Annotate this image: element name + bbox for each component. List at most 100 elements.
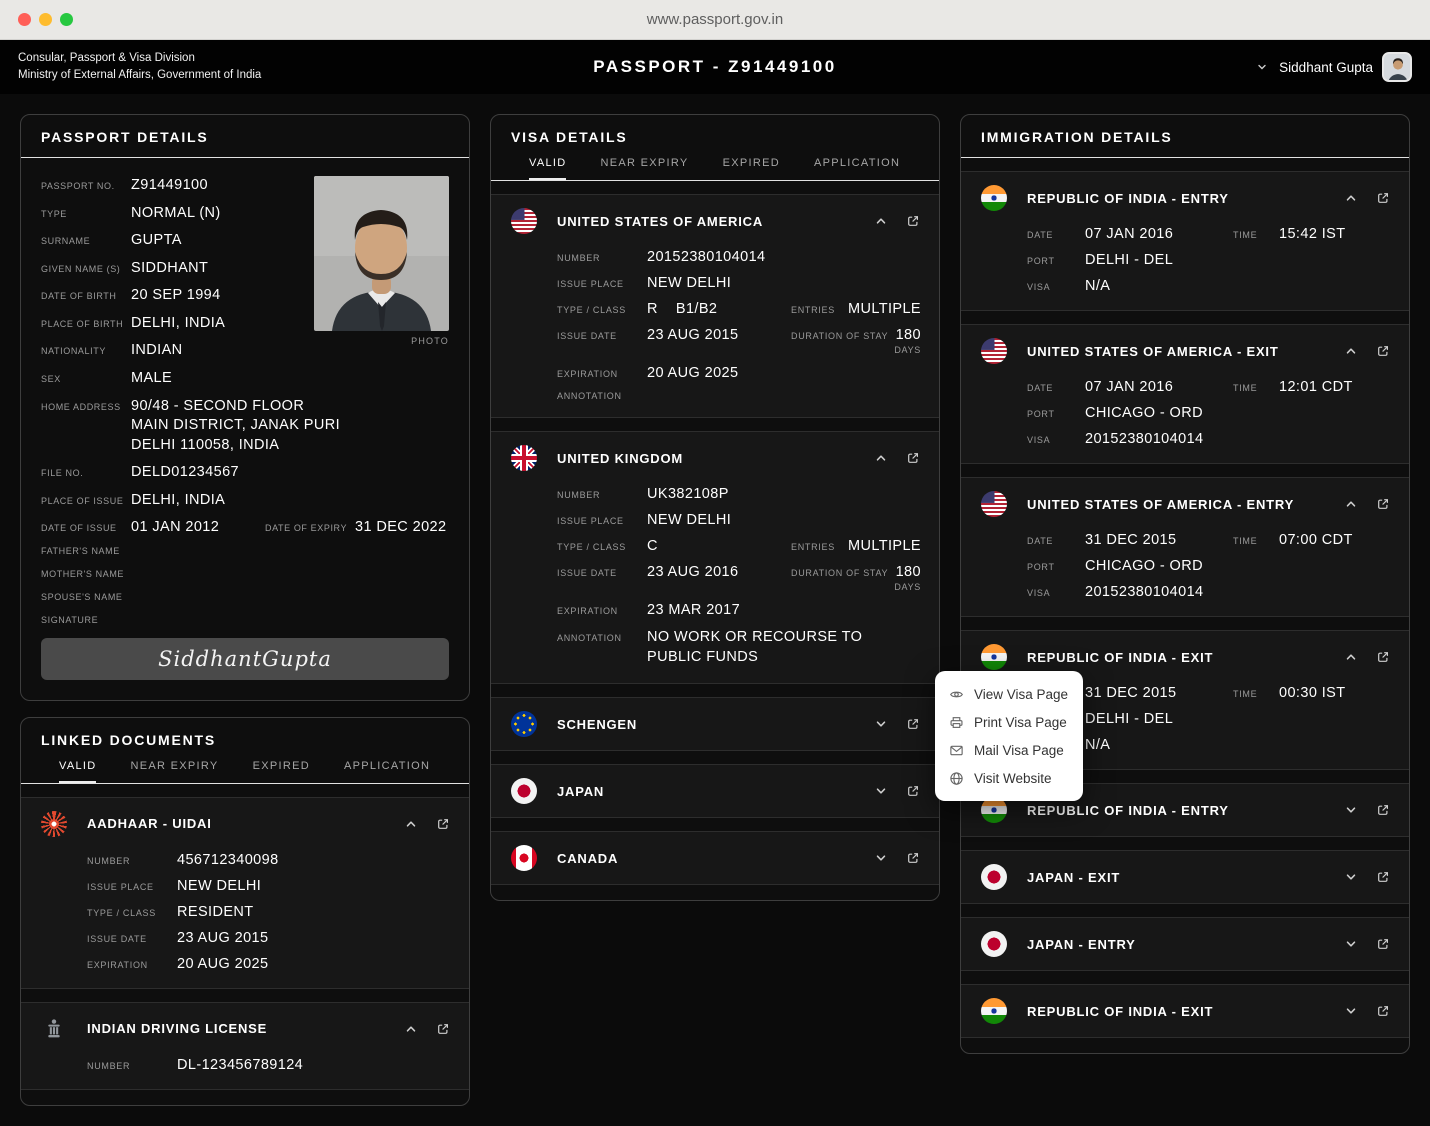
field-value: Z91449100 xyxy=(131,177,208,193)
chevron-down-icon[interactable] xyxy=(1343,869,1359,885)
field-row: TYPE / CLASS C ENTRIES MULTIPLE xyxy=(557,538,921,554)
tab-valid[interactable]: VALID xyxy=(59,760,97,783)
field-label: SURNAME xyxy=(41,236,91,247)
field-value: 20 SEP 1994 xyxy=(131,287,221,304)
linked-docs-tabs: VALID NEAR EXPIRY EXPIRED APPLICATION xyxy=(21,748,469,783)
tab-application[interactable]: APPLICATION xyxy=(344,760,430,783)
visa-card-body: UNITED STATES OF AMERICA NUMBER 201523801… xyxy=(491,194,939,900)
menu-item-visit-website[interactable]: Visit Website xyxy=(935,764,1083,792)
window-minimize-button[interactable] xyxy=(39,13,52,26)
external-link-icon[interactable] xyxy=(905,450,921,466)
field-label: GIVEN NAME (S) xyxy=(41,263,121,274)
field-row: PORTDELHI - DEL xyxy=(1027,252,1174,268)
immigration-item-header[interactable]: REPUBLIC OF INDIA - EXIT xyxy=(961,985,1409,1037)
immigration-item-japan-exit: JAPAN - EXIT xyxy=(961,850,1409,904)
field-label: TYPE xyxy=(41,208,67,219)
chevron-up-icon[interactable] xyxy=(873,213,889,229)
chevron-up-icon[interactable] xyxy=(873,450,889,466)
chevron-down-icon[interactable] xyxy=(873,716,889,732)
immigration-item-header[interactable]: UNITED STATES OF AMERICA - EXIT xyxy=(961,325,1409,377)
external-link-icon[interactable] xyxy=(1375,496,1391,512)
menu-item-view-visa-page[interactable]: View Visa Page xyxy=(935,680,1083,708)
external-link-icon[interactable] xyxy=(435,1021,451,1037)
chevron-down-icon[interactable] xyxy=(1343,936,1359,952)
visa-item-header[interactable]: UNITED STATES OF AMERICA xyxy=(491,195,939,247)
tab-near-expiry[interactable]: NEAR EXPIRY xyxy=(130,760,218,783)
tab-expired[interactable]: EXPIRED xyxy=(253,760,310,783)
window-close-button[interactable] xyxy=(18,13,31,26)
org-division: Consular, Passport & Visa Division xyxy=(18,52,195,65)
immigration-item-india-exit-2: REPUBLIC OF INDIA - EXIT xyxy=(961,984,1409,1038)
visa-details-card: VISA DETAILS VALID NEAR EXPIRY EXPIRED A… xyxy=(490,114,940,902)
chevron-up-icon[interactable] xyxy=(1343,190,1359,206)
external-link-icon[interactable] xyxy=(1375,802,1391,818)
chevron-down-icon[interactable] xyxy=(1343,1003,1359,1019)
external-link-icon[interactable] xyxy=(905,716,921,732)
item-actions xyxy=(873,850,921,866)
chevron-up-icon[interactable] xyxy=(1343,649,1359,665)
tab-application[interactable]: APPLICATION xyxy=(814,157,900,180)
external-link-icon[interactable] xyxy=(1375,869,1391,885)
document-fields: NUMBER DL-123456789124 xyxy=(21,1055,469,1089)
field-row: ISSUE PLACE NEW DELHI xyxy=(87,877,262,894)
chevron-down-icon[interactable] xyxy=(1343,802,1359,818)
visa-item-header[interactable]: UNITED KINGDOM xyxy=(491,432,939,484)
external-link-icon[interactable] xyxy=(435,816,451,832)
external-link-icon[interactable] xyxy=(1375,190,1391,206)
document-header[interactable]: AADHAAR - UIDAI xyxy=(21,798,469,850)
document-header[interactable]: INDIAN DRIVING LICENSE xyxy=(21,1003,469,1055)
avatar[interactable] xyxy=(1382,52,1412,82)
photo-caption: PHOTO xyxy=(411,336,449,346)
chevron-up-icon[interactable] xyxy=(1343,496,1359,512)
window-zoom-button[interactable] xyxy=(60,13,73,26)
field-value: 31 DEC 2022 xyxy=(355,519,447,536)
tab-near-expiry[interactable]: NEAR EXPIRY xyxy=(600,157,688,180)
external-link-icon[interactable] xyxy=(905,850,921,866)
chevron-up-icon[interactable] xyxy=(1343,343,1359,359)
external-link-icon[interactable] xyxy=(1375,343,1391,359)
visa-country-name: UNITED STATES OF AMERICA xyxy=(557,213,764,229)
immigration-item-header[interactable]: JAPAN - ENTRY xyxy=(961,918,1409,970)
field-label: FATHER'S NAME xyxy=(41,545,120,556)
menu-item-mail-visa-page[interactable]: Mail Visa Page xyxy=(935,736,1083,764)
immigration-item-header[interactable]: JAPAN - EXIT xyxy=(961,851,1409,903)
external-link-icon[interactable] xyxy=(1375,649,1391,665)
visa-item-canada: CANADA xyxy=(491,831,939,886)
linked-docs-body: AADHAAR - UIDAI NUMBER 456712340098 ISSUE… xyxy=(21,796,469,1105)
main-content: PASSPORT DETAILS PHOTO PASSPORT NO. Z914… xyxy=(0,94,1430,1126)
visa-fields: NUMBER UK382108P ISSUE PLACE NEW DELHI TYP… xyxy=(491,484,939,683)
field-label: PLACE OF ISSUE xyxy=(41,495,124,506)
chevron-down-icon[interactable] xyxy=(873,850,889,866)
printer-icon xyxy=(949,715,964,730)
immigration-item-header[interactable]: UNITED STATES OF AMERICA - ENTRY xyxy=(961,478,1409,530)
menu-item-print-visa-page[interactable]: Print Visa Page xyxy=(935,708,1083,736)
home-address-row: HOME ADDRESS 90/48 - SECOND FLOOR MAIN D… xyxy=(41,397,449,456)
external-link-icon[interactable] xyxy=(905,213,921,229)
field-row: TYPE / CLASS R B1/B2 ENTRIES MULTIPLE xyxy=(557,301,921,317)
visa-item-usa: UNITED STATES OF AMERICA NUMBER 201523801… xyxy=(491,194,939,418)
visa-item-header[interactable]: SCHENGEN xyxy=(491,698,939,750)
chevron-up-icon[interactable] xyxy=(403,1021,419,1037)
aadhaar-logo-icon xyxy=(41,810,67,837)
field-label: SPOUSE'S NAME xyxy=(41,591,123,602)
visa-item-header[interactable]: CANADA xyxy=(491,832,939,884)
tab-expired[interactable]: EXPIRED xyxy=(723,157,780,180)
mail-icon xyxy=(949,743,964,758)
item-actions xyxy=(873,450,921,466)
field-row: VISAN/A xyxy=(1027,278,1111,294)
chevron-up-icon[interactable] xyxy=(403,816,419,832)
visa-item-uk: UNITED KINGDOM NUMBER UK382108P ISSUE PLA… xyxy=(491,431,939,685)
external-link-icon[interactable] xyxy=(1375,936,1391,952)
user-menu[interactable]: Siddhant Gupta xyxy=(1254,52,1412,82)
passport-card-body: PHOTO PASSPORT NO. Z91449100 TYPE NORMAL (… xyxy=(21,158,469,700)
visa-item-header[interactable]: JAPAN xyxy=(491,765,939,817)
chevron-down-icon[interactable] xyxy=(873,783,889,799)
item-actions xyxy=(873,213,921,229)
immigration-item-header[interactable]: REPUBLIC OF INDIA - ENTRY xyxy=(961,172,1409,224)
external-link-icon[interactable] xyxy=(1375,1003,1391,1019)
passport-details-card: PASSPORT DETAILS PHOTO PASSPORT NO. Z914… xyxy=(20,114,470,701)
app-header: Consular, Passport & Visa Division Minis… xyxy=(0,40,1430,94)
tab-valid[interactable]: VALID xyxy=(529,157,567,180)
external-link-icon[interactable] xyxy=(905,783,921,799)
address-bar[interactable]: www.passport.gov.in xyxy=(647,11,783,28)
